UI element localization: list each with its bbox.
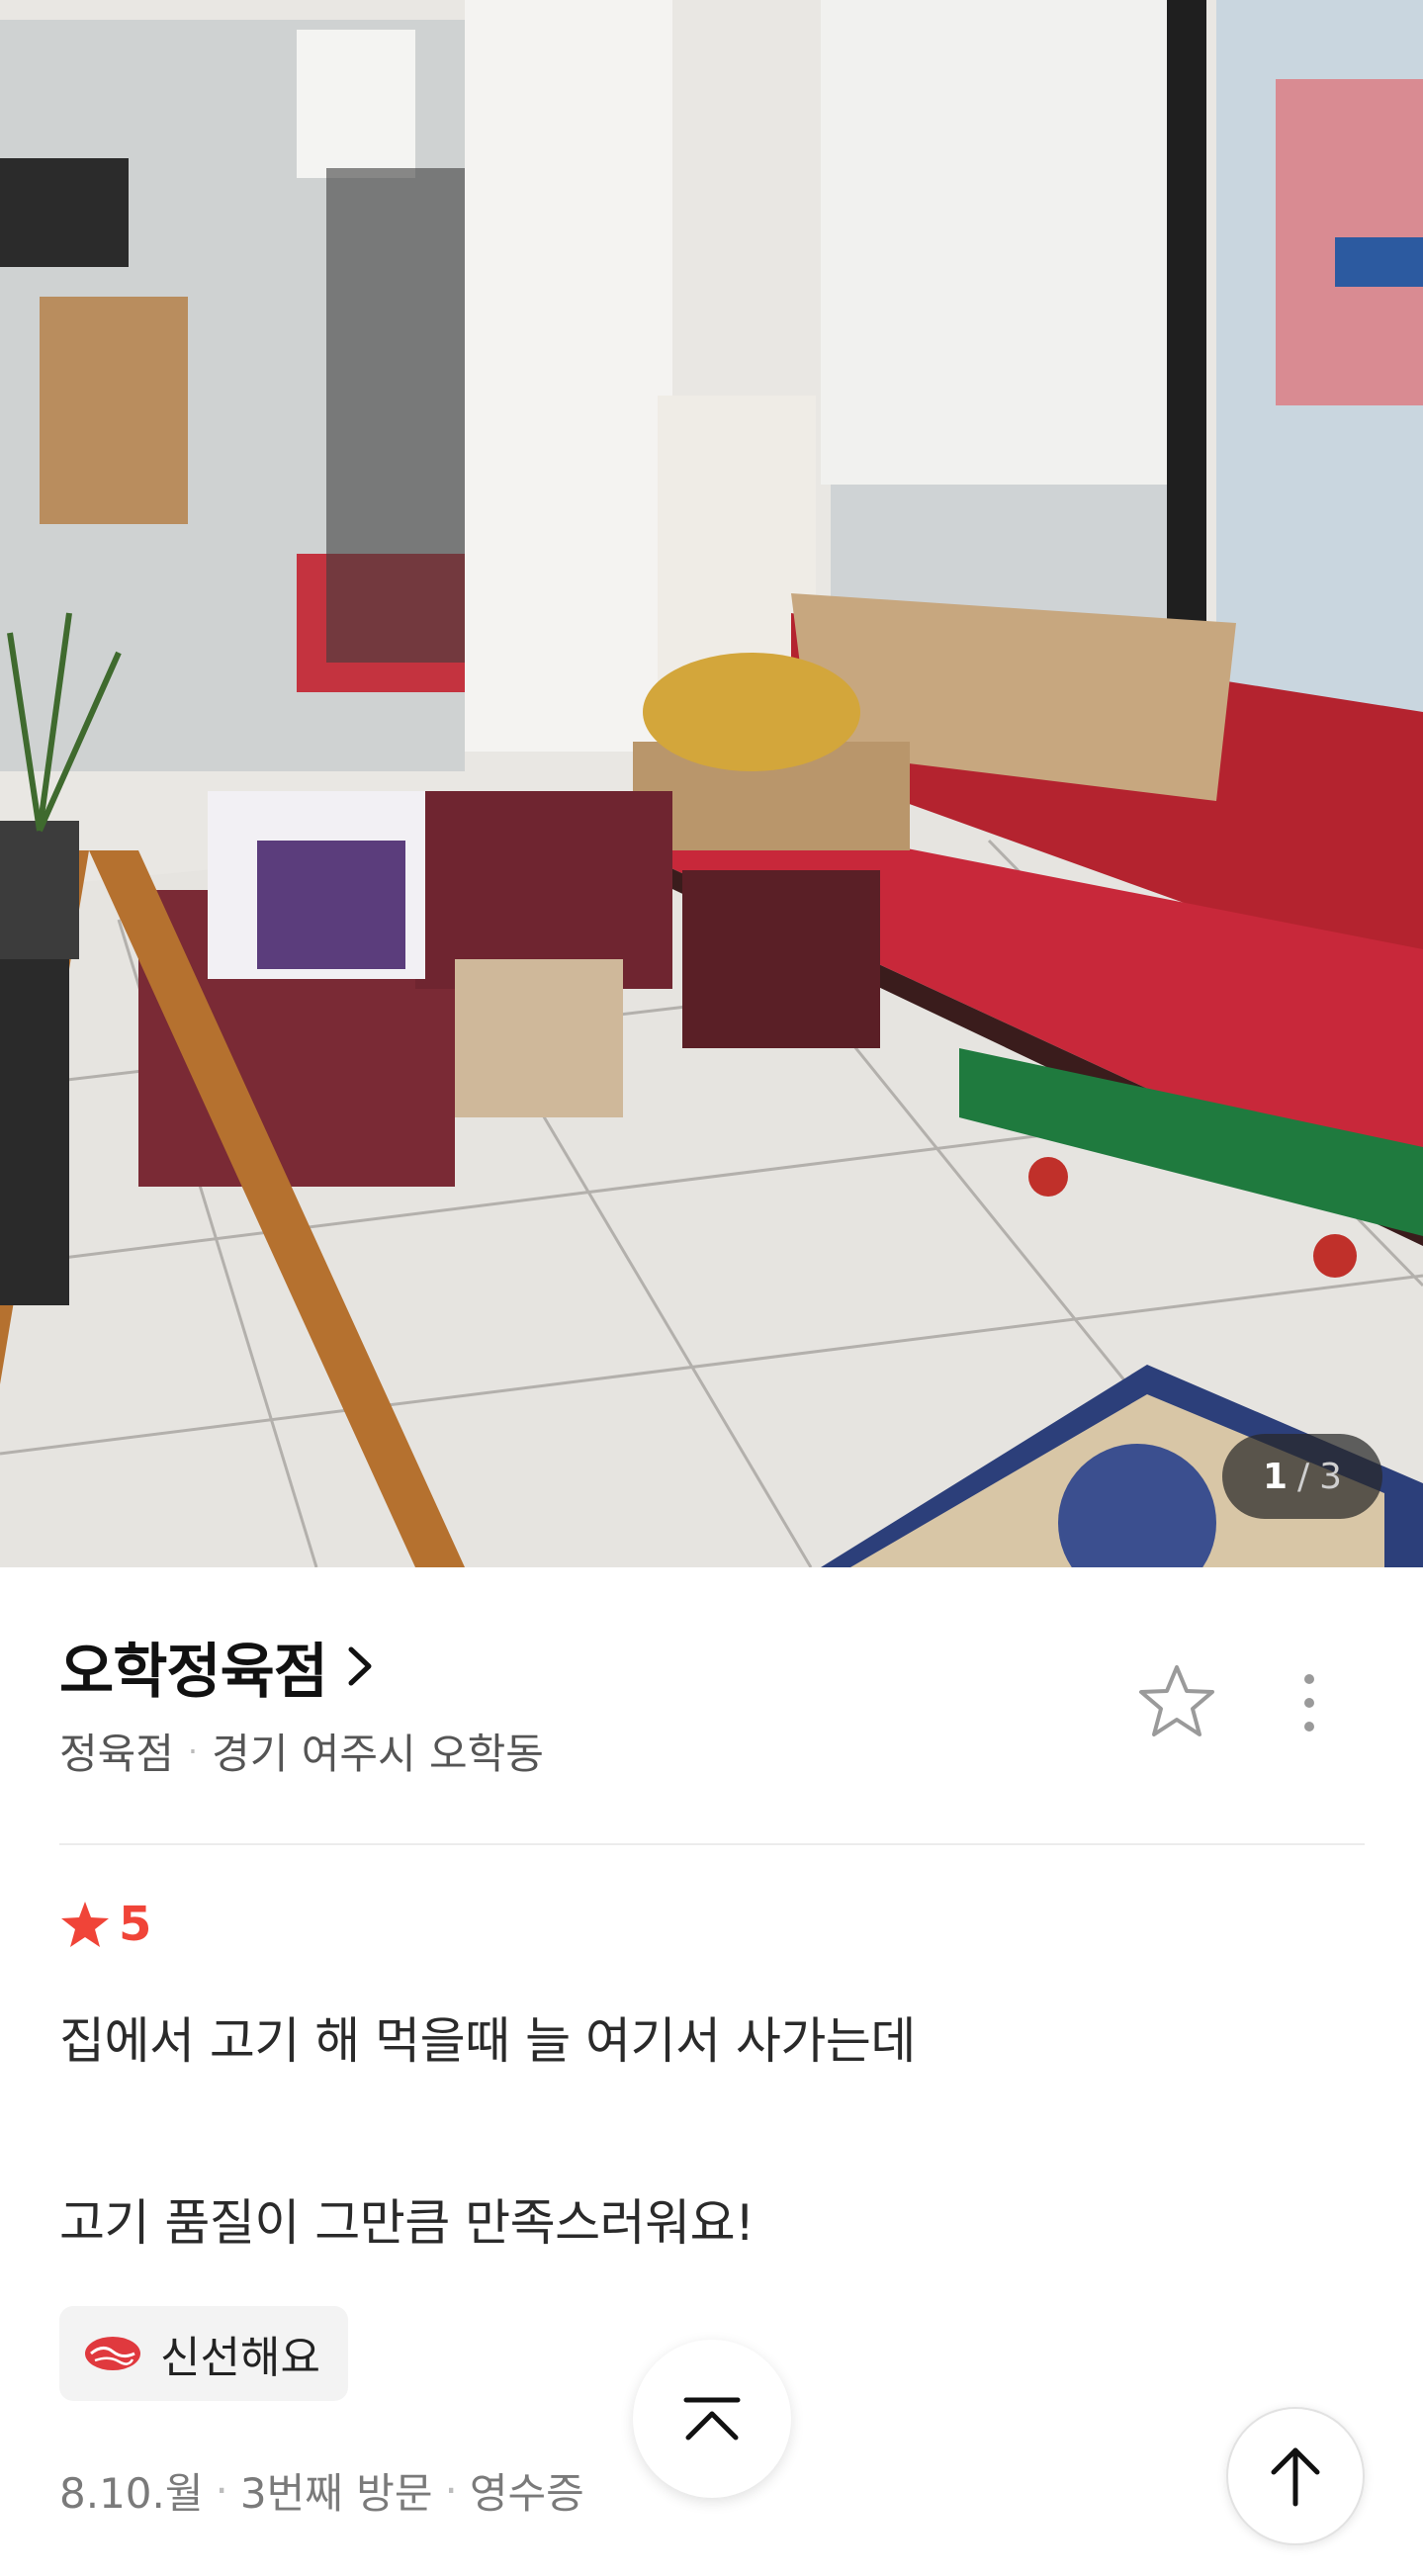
star-filled-icon bbox=[61, 1902, 109, 1947]
visit-count: 3번째 방문 bbox=[239, 2469, 433, 2518]
rating-score: 5 bbox=[119, 1897, 152, 1952]
visit-proof: 영수증 bbox=[469, 2469, 584, 2518]
store-location: 경기 여주시 오학동 bbox=[212, 1730, 544, 1778]
arrow-up-icon bbox=[1271, 2447, 1320, 2507]
chevron-right-icon[interactable] bbox=[345, 1643, 375, 1689]
store-name[interactable]: 오학정육점 bbox=[59, 1624, 328, 1710]
visit-meta: 8.10.월 · 3번째 방문 · 영수증 bbox=[59, 2460, 584, 2521]
photo-counter: 1 / 3 bbox=[1222, 1434, 1382, 1519]
section-divider bbox=[59, 1843, 1365, 1845]
review-photo[interactable]: 1 / 3 bbox=[0, 0, 1423, 1567]
store-category: 정육점 bbox=[59, 1730, 174, 1778]
photo-counter-separator: / bbox=[1297, 1456, 1310, 1497]
photo-counter-total: 3 bbox=[1319, 1456, 1343, 1497]
visit-separator: · bbox=[215, 2466, 228, 2515]
review-tag-label: 신선해요 bbox=[160, 2333, 320, 2383]
review-rating: 5 bbox=[59, 1897, 151, 1952]
star-outline-icon[interactable] bbox=[1137, 1661, 1216, 1740]
photo-counter-current: 1 bbox=[1262, 1456, 1288, 1497]
review-tag-chip: 신선해요 bbox=[59, 2306, 348, 2401]
collapse-button[interactable] bbox=[633, 2340, 791, 2498]
visit-separator: · bbox=[444, 2466, 458, 2515]
meta-separator: · bbox=[187, 1732, 199, 1770]
meat-icon bbox=[85, 2337, 140, 2370]
more-vertical-icon[interactable] bbox=[1297, 1671, 1321, 1734]
visit-date: 8.10.월 bbox=[59, 2469, 204, 2518]
store-interior-photo bbox=[0, 0, 1423, 1567]
review-text-line-1: 집에서 고기 해 먹을때 늘 여기서 사가는데 bbox=[59, 2012, 916, 2070]
collapse-up-icon bbox=[683, 2397, 741, 2441]
scroll-to-top-button[interactable] bbox=[1226, 2407, 1365, 2545]
review-text-line-2: 고기 품질이 그만큼 만족스러워요! bbox=[59, 2194, 755, 2252]
